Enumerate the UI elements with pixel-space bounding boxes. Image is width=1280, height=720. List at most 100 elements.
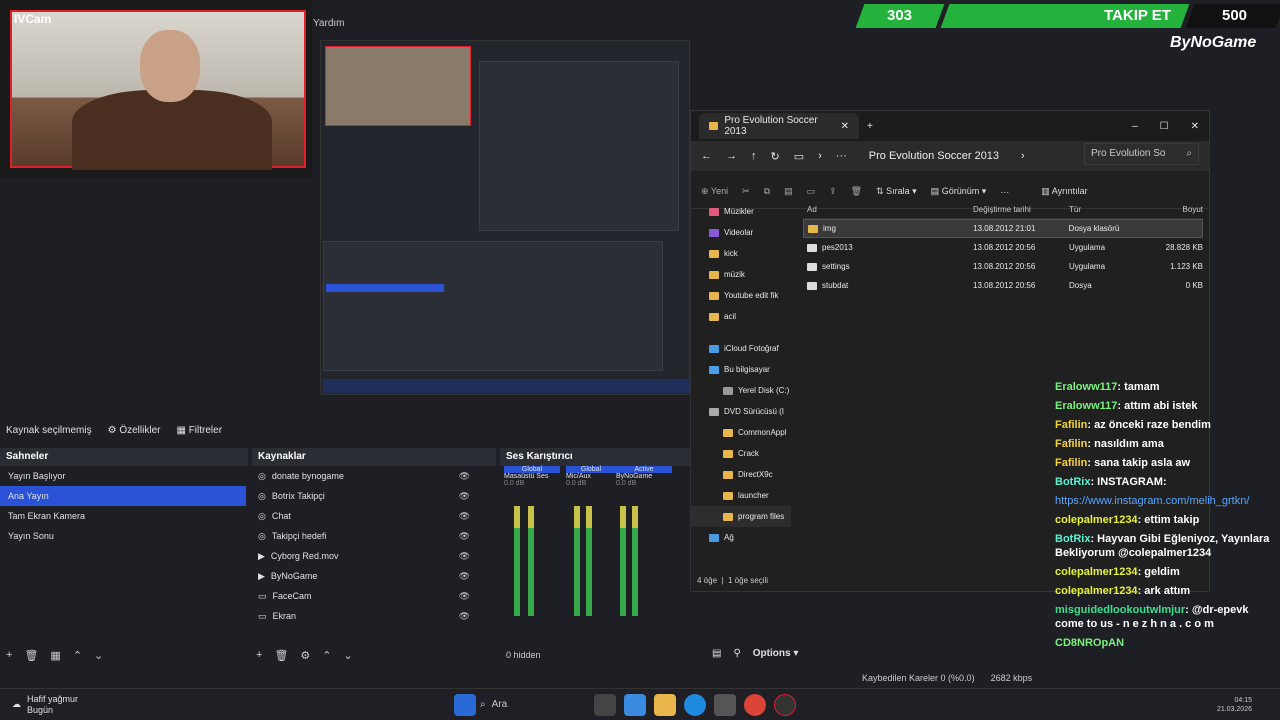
computer-icon[interactable]: ▭ [794, 150, 804, 163]
filters-button[interactable]: ▦ Filtreler [176, 425, 222, 436]
menu-help[interactable]: Yardım [313, 18, 345, 29]
file-row[interactable]: settings 13.08.2012 20:56 Uygulama 1.123… [803, 257, 1203, 276]
up-icon[interactable]: ⌃ [322, 649, 331, 662]
forward-icon[interactable]: → [726, 150, 737, 162]
sidebar-item[interactable]: müzik [691, 264, 791, 285]
sidebar-item[interactable]: iCloud Fotoğraf [691, 338, 791, 359]
explorer-tab[interactable]: Pro Evolution Soccer 2013 ✕ [699, 113, 859, 139]
search-box[interactable]: ⌕ Ara [480, 699, 590, 710]
up-icon[interactable]: ⌃ [73, 649, 82, 662]
col-name[interactable]: Ad [803, 205, 973, 214]
sidebar-item[interactable]: acil [691, 306, 791, 327]
layout-icon[interactable]: ▤ [712, 648, 721, 659]
up-icon[interactable]: ↑ [751, 150, 757, 162]
down-icon[interactable]: ⌄ [344, 649, 353, 662]
explorer-icon[interactable] [654, 693, 676, 716]
eye-icon[interactable]: 👁 [459, 591, 470, 602]
source-item[interactable]: ◎ Botrix Takipçi 👁 [252, 486, 496, 506]
eye-icon[interactable]: 👁 [459, 571, 470, 582]
edge-icon[interactable] [684, 693, 706, 716]
monitor-icon: ▭ [258, 610, 267, 621]
filter-icon[interactable]: ▦ [50, 649, 60, 662]
scene-item[interactable]: Yayın Sonu [0, 526, 246, 546]
trash-icon[interactable]: 🗑 [274, 649, 288, 662]
source-item[interactable]: ▭ FaceCam 👁 [252, 586, 496, 606]
new-tab-icon[interactable]: + [867, 121, 873, 132]
eye-icon[interactable]: 👁 [459, 471, 470, 482]
copilot-icon[interactable] [624, 693, 646, 716]
add-icon[interactable]: + [256, 649, 262, 661]
sidebar-item[interactable]: Yerel Disk (C:) [691, 380, 791, 401]
scene-item[interactable]: Yayın Başlıyor [0, 466, 246, 486]
scene-item[interactable]: Ana Yayın [0, 486, 246, 506]
share-icon[interactable]: ⇪ [829, 186, 837, 197]
paste-icon[interactable]: ▤ [784, 186, 793, 197]
tab-close-icon[interactable]: ✕ [841, 121, 849, 132]
more-icon[interactable]: ··· [836, 150, 847, 162]
eye-icon[interactable]: 👁 [459, 511, 470, 522]
clock[interactable]: 04:15 21.03.2026 [1217, 696, 1280, 714]
sidebar-item[interactable]: Videolar [691, 222, 791, 243]
back-icon[interactable]: ← [701, 150, 712, 162]
copy-icon[interactable]: ⧉ [764, 186, 770, 197]
sidebar-item[interactable]: Müzikler [691, 201, 791, 222]
sort-button[interactable]: ⇅ Sırala ▾ [876, 186, 917, 197]
properties-button[interactable]: ⚙ Özellikler [108, 425, 161, 436]
chrome-icon[interactable] [744, 693, 766, 716]
start-icon[interactable] [454, 693, 476, 716]
pc-icon [709, 365, 719, 374]
file-row[interactable]: pes2013 13.08.2012 20:56 Uygulama 28.828… [803, 238, 1203, 257]
details-button[interactable]: ▥ Ayrıntılar [1041, 186, 1087, 197]
sidebar-item[interactable]: launcher [691, 485, 791, 506]
folder-icon [723, 428, 733, 437]
search-input[interactable]: Pro Evolution So ⌕ [1084, 143, 1199, 165]
new-button[interactable]: ⊕ Yeni [701, 186, 728, 197]
sidebar-item[interactable]: program files [691, 506, 791, 527]
source-item[interactable]: ◎ Chat 👁 [252, 506, 496, 526]
source-item[interactable]: ▶ ByNoGame 👁 [252, 566, 496, 586]
add-icon[interactable]: + [6, 649, 12, 661]
more-options-icon[interactable]: ··· [1000, 187, 1009, 197]
view-button[interactable]: ▤ Görünüm ▾ [931, 186, 987, 197]
sidebar-item[interactable]: Ağ [691, 527, 791, 548]
link-icon[interactable]: ⚲ [733, 648, 740, 659]
task-view-icon[interactable] [594, 693, 616, 716]
rename-icon[interactable]: ▭ [807, 186, 816, 197]
address-bar[interactable]: Pro Evolution Soccer 2013 [860, 147, 1008, 165]
sidebar-item[interactable]: kick [691, 243, 791, 264]
refresh-icon[interactable]: ↻ [771, 150, 780, 163]
cut-icon[interactable]: ✂ [742, 186, 750, 197]
source-item[interactable]: ◎ donate bynogame 👁 [252, 466, 496, 486]
sidebar-item[interactable]: Bu bilgisayar [691, 359, 791, 380]
eye-icon[interactable]: 👁 [459, 491, 470, 502]
store-icon[interactable] [714, 693, 736, 716]
minimize-icon[interactable]: – [1132, 121, 1138, 132]
sidebar-item[interactable]: Crack [691, 443, 791, 464]
eye-icon[interactable]: 👁 [459, 611, 470, 622]
options-button[interactable]: Options ▾ [753, 648, 799, 659]
trash-icon[interactable]: 🗑 [24, 649, 38, 662]
obs-icon[interactable] [774, 693, 796, 716]
weather-widget[interactable]: ☁ Hafif yağmur Bugün [0, 694, 120, 716]
file-row[interactable]: img 13.08.2012 21:01 Dosya klasörü [803, 219, 1203, 238]
eye-icon[interactable]: 👁 [459, 531, 470, 542]
source-item[interactable]: ◎ Takipçi hedefi 👁 [252, 526, 496, 546]
col-type[interactable]: Tür [1069, 205, 1161, 214]
new-label: Yeni [710, 186, 729, 196]
close-icon[interactable]: ✕ [1191, 121, 1199, 132]
sidebar-item[interactable]: CommonAppl [691, 422, 791, 443]
scene-item[interactable]: Tam Ekran Kamera [0, 506, 246, 526]
source-item[interactable]: ▶ Cyborg Red.mov 👁 [252, 546, 496, 566]
sidebar-item[interactable]: DirectX9c [691, 464, 791, 485]
sidebar-item[interactable]: Youtube edit fik [691, 285, 791, 306]
maximize-icon[interactable]: ☐ [1160, 121, 1169, 132]
delete-icon[interactable]: 🗑 [851, 186, 862, 197]
down-icon[interactable]: ⌄ [94, 649, 103, 662]
source-item[interactable]: ▭ Ekran 👁 [252, 606, 496, 626]
eye-icon[interactable]: 👁 [459, 551, 470, 562]
file-row[interactable]: stubdat 13.08.2012 20:56 Dosya 0 KB [803, 276, 1203, 295]
sidebar-item[interactable]: DVD Sürücüsü (I [691, 401, 791, 422]
gear-icon[interactable]: ⚙ [300, 649, 310, 662]
col-date[interactable]: Değiştirme tarihi [973, 205, 1069, 214]
col-size[interactable]: Boyut [1161, 205, 1203, 214]
